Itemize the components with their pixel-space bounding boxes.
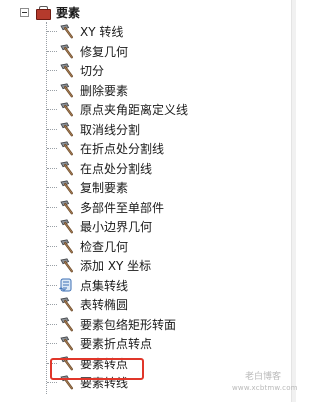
hammer-icon <box>58 62 80 78</box>
tree-connector-branch <box>47 265 57 266</box>
scrollbar[interactable] <box>291 0 296 402</box>
tool-item[interactable]: 检查几何 <box>58 237 128 255</box>
tree-connector-branch <box>47 168 57 169</box>
tree-connector-branch <box>47 343 57 344</box>
tool-label: 原点夹角距离定义线 <box>80 102 189 117</box>
tree-connector-branch <box>47 246 57 247</box>
hammer-icon <box>58 335 80 351</box>
tool-item[interactable]: 删除要素 <box>58 81 128 99</box>
tool-label: 取消线分割 <box>80 122 141 137</box>
tool-label: 删除要素 <box>80 83 129 98</box>
tree-connector-branch <box>47 285 57 286</box>
hammer-icon <box>58 179 80 195</box>
hammer-icon <box>58 140 80 156</box>
tree-connector-branch <box>47 324 57 325</box>
watermark-title: 老白博客 <box>244 372 281 382</box>
toolbox-icon <box>35 5 51 20</box>
tree-connector-branch <box>47 129 57 130</box>
tool-label: 最小边界几何 <box>80 219 153 234</box>
tool-item[interactable]: 原点夹角距离定义线 <box>58 100 188 118</box>
hammer-icon <box>58 316 80 332</box>
tree-connector-branch <box>47 109 57 110</box>
tool-item[interactable]: 复制要素 <box>58 178 128 196</box>
tool-label: 要素折点转点 <box>80 336 153 351</box>
tool-item[interactable]: 在点处分割线 <box>58 159 152 177</box>
collapse-icon[interactable] <box>20 7 29 17</box>
tree-connector-branch <box>47 382 57 383</box>
tool-label: 检查几何 <box>80 239 129 254</box>
tree-connector-branch <box>47 304 57 305</box>
hammer-icon <box>58 101 80 117</box>
hammer-icon <box>58 23 80 39</box>
script-icon <box>58 277 80 293</box>
tool-item[interactable]: 表转椭圆 <box>58 295 128 313</box>
tool-item[interactable]: 修复几何 <box>58 42 128 60</box>
tree-connector-branch <box>47 148 57 149</box>
toolset-label: 要素 <box>56 5 81 20</box>
tool-item[interactable]: XY 转线 <box>58 22 123 40</box>
tool-label: XY 转线 <box>80 24 124 39</box>
hammer-icon <box>58 160 80 176</box>
tool-item[interactable]: 最小边界几何 <box>58 217 152 235</box>
tree-connector-branch <box>47 90 57 91</box>
hammer-icon <box>58 199 80 215</box>
tree-connector-branch <box>47 226 57 227</box>
tool-label: 点集转线 <box>80 278 129 293</box>
tree-connector-branch <box>47 187 57 188</box>
tool-item[interactable]: 要素折点转点 <box>58 334 152 352</box>
tree-connector-branch <box>47 51 57 52</box>
hammer-icon <box>58 121 80 137</box>
hammer-icon <box>58 296 80 312</box>
watermark-url: www.xcbtmw.com <box>232 384 298 392</box>
tool-label: 表转椭圆 <box>80 297 129 312</box>
tool-label: 多部件至单部件 <box>80 200 165 215</box>
tool-label: 复制要素 <box>80 180 129 195</box>
tool-label: 切分 <box>80 63 105 78</box>
tool-label: 在折点处分割线 <box>80 141 165 156</box>
tree-connector-branch <box>47 70 57 71</box>
tool-label: 在点处分割线 <box>80 161 153 176</box>
tool-item[interactable]: 多部件至单部件 <box>58 198 164 216</box>
watermark: 老白博客 www.xcbtmw.com <box>232 372 298 394</box>
tree-connector-line <box>46 22 47 394</box>
hammer-icon <box>58 218 80 234</box>
hammer-icon <box>58 257 80 273</box>
hammer-icon <box>58 82 80 98</box>
tool-item[interactable]: 添加 XY 坐标 <box>58 256 151 274</box>
tool-item[interactable]: 取消线分割 <box>58 120 140 138</box>
hammer-icon <box>58 238 80 254</box>
tool-item[interactable]: 点集转线 <box>58 276 128 294</box>
tool-item[interactable]: 切分 <box>58 61 104 79</box>
tool-label: 修复几何 <box>80 44 129 59</box>
tool-item[interactable]: 要素包络矩形转面 <box>58 315 176 333</box>
hammer-icon <box>58 43 80 59</box>
tree-connector-branch <box>47 31 57 32</box>
highlight-box <box>50 358 144 380</box>
tool-label: 要素包络矩形转面 <box>80 317 177 332</box>
tool-label: 添加 XY 坐标 <box>80 258 152 273</box>
tree-connector-branch <box>47 207 57 208</box>
tool-item[interactable]: 在折点处分割线 <box>58 139 164 157</box>
toolset-header[interactable]: 要素 <box>20 2 80 22</box>
